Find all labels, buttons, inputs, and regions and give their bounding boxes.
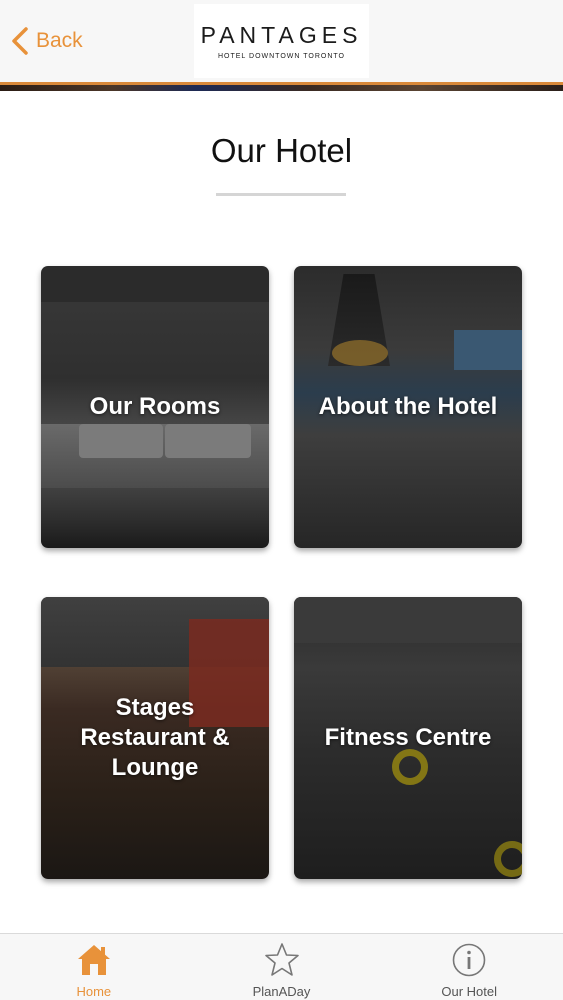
chevron-left-icon bbox=[12, 27, 28, 55]
page-title: Our Hotel bbox=[210, 132, 353, 169]
back-button[interactable]: Back bbox=[10, 24, 83, 58]
card-about-the-hotel[interactable]: About the Hotel bbox=[294, 266, 522, 548]
card-label: Stages Restaurant & Lounge bbox=[80, 694, 230, 781]
back-label: Back bbox=[36, 29, 83, 52]
banner-image-strip bbox=[0, 85, 563, 91]
top-nav-bar: Back PANTAGES HOTEL DOWNTOWN TORONTO bbox=[0, 0, 563, 82]
card-stages-restaurant[interactable]: Stages Restaurant & Lounge bbox=[41, 597, 269, 879]
tab-planaday[interactable]: PlanADay bbox=[188, 934, 376, 1000]
bottom-tab-bar: Home PlanADay Our Hotel bbox=[0, 933, 563, 1000]
card-label: Fitness Centre bbox=[324, 724, 492, 751]
tab-label: PlanADay bbox=[252, 984, 311, 999]
info-icon bbox=[452, 943, 486, 977]
star-icon bbox=[264, 943, 299, 976]
card-our-rooms[interactable]: Our Rooms bbox=[41, 266, 269, 548]
title-divider bbox=[216, 193, 346, 196]
hotel-logo: PANTAGES HOTEL DOWNTOWN TORONTO bbox=[194, 4, 369, 78]
card-fitness-centre[interactable]: Fitness Centre bbox=[294, 597, 522, 879]
card-label: Our Rooms bbox=[89, 393, 221, 420]
tab-home[interactable]: Home bbox=[0, 934, 188, 1000]
logo-name: PANTAGES bbox=[200, 22, 363, 48]
home-icon bbox=[77, 945, 110, 975]
tab-label: Our Hotel bbox=[441, 984, 497, 999]
card-label: About the Hotel bbox=[318, 393, 498, 420]
logo-tagline: HOTEL DOWNTOWN TORONTO bbox=[217, 53, 345, 60]
tab-our-hotel[interactable]: Our Hotel bbox=[375, 934, 563, 1000]
tab-label: Home bbox=[76, 984, 112, 999]
